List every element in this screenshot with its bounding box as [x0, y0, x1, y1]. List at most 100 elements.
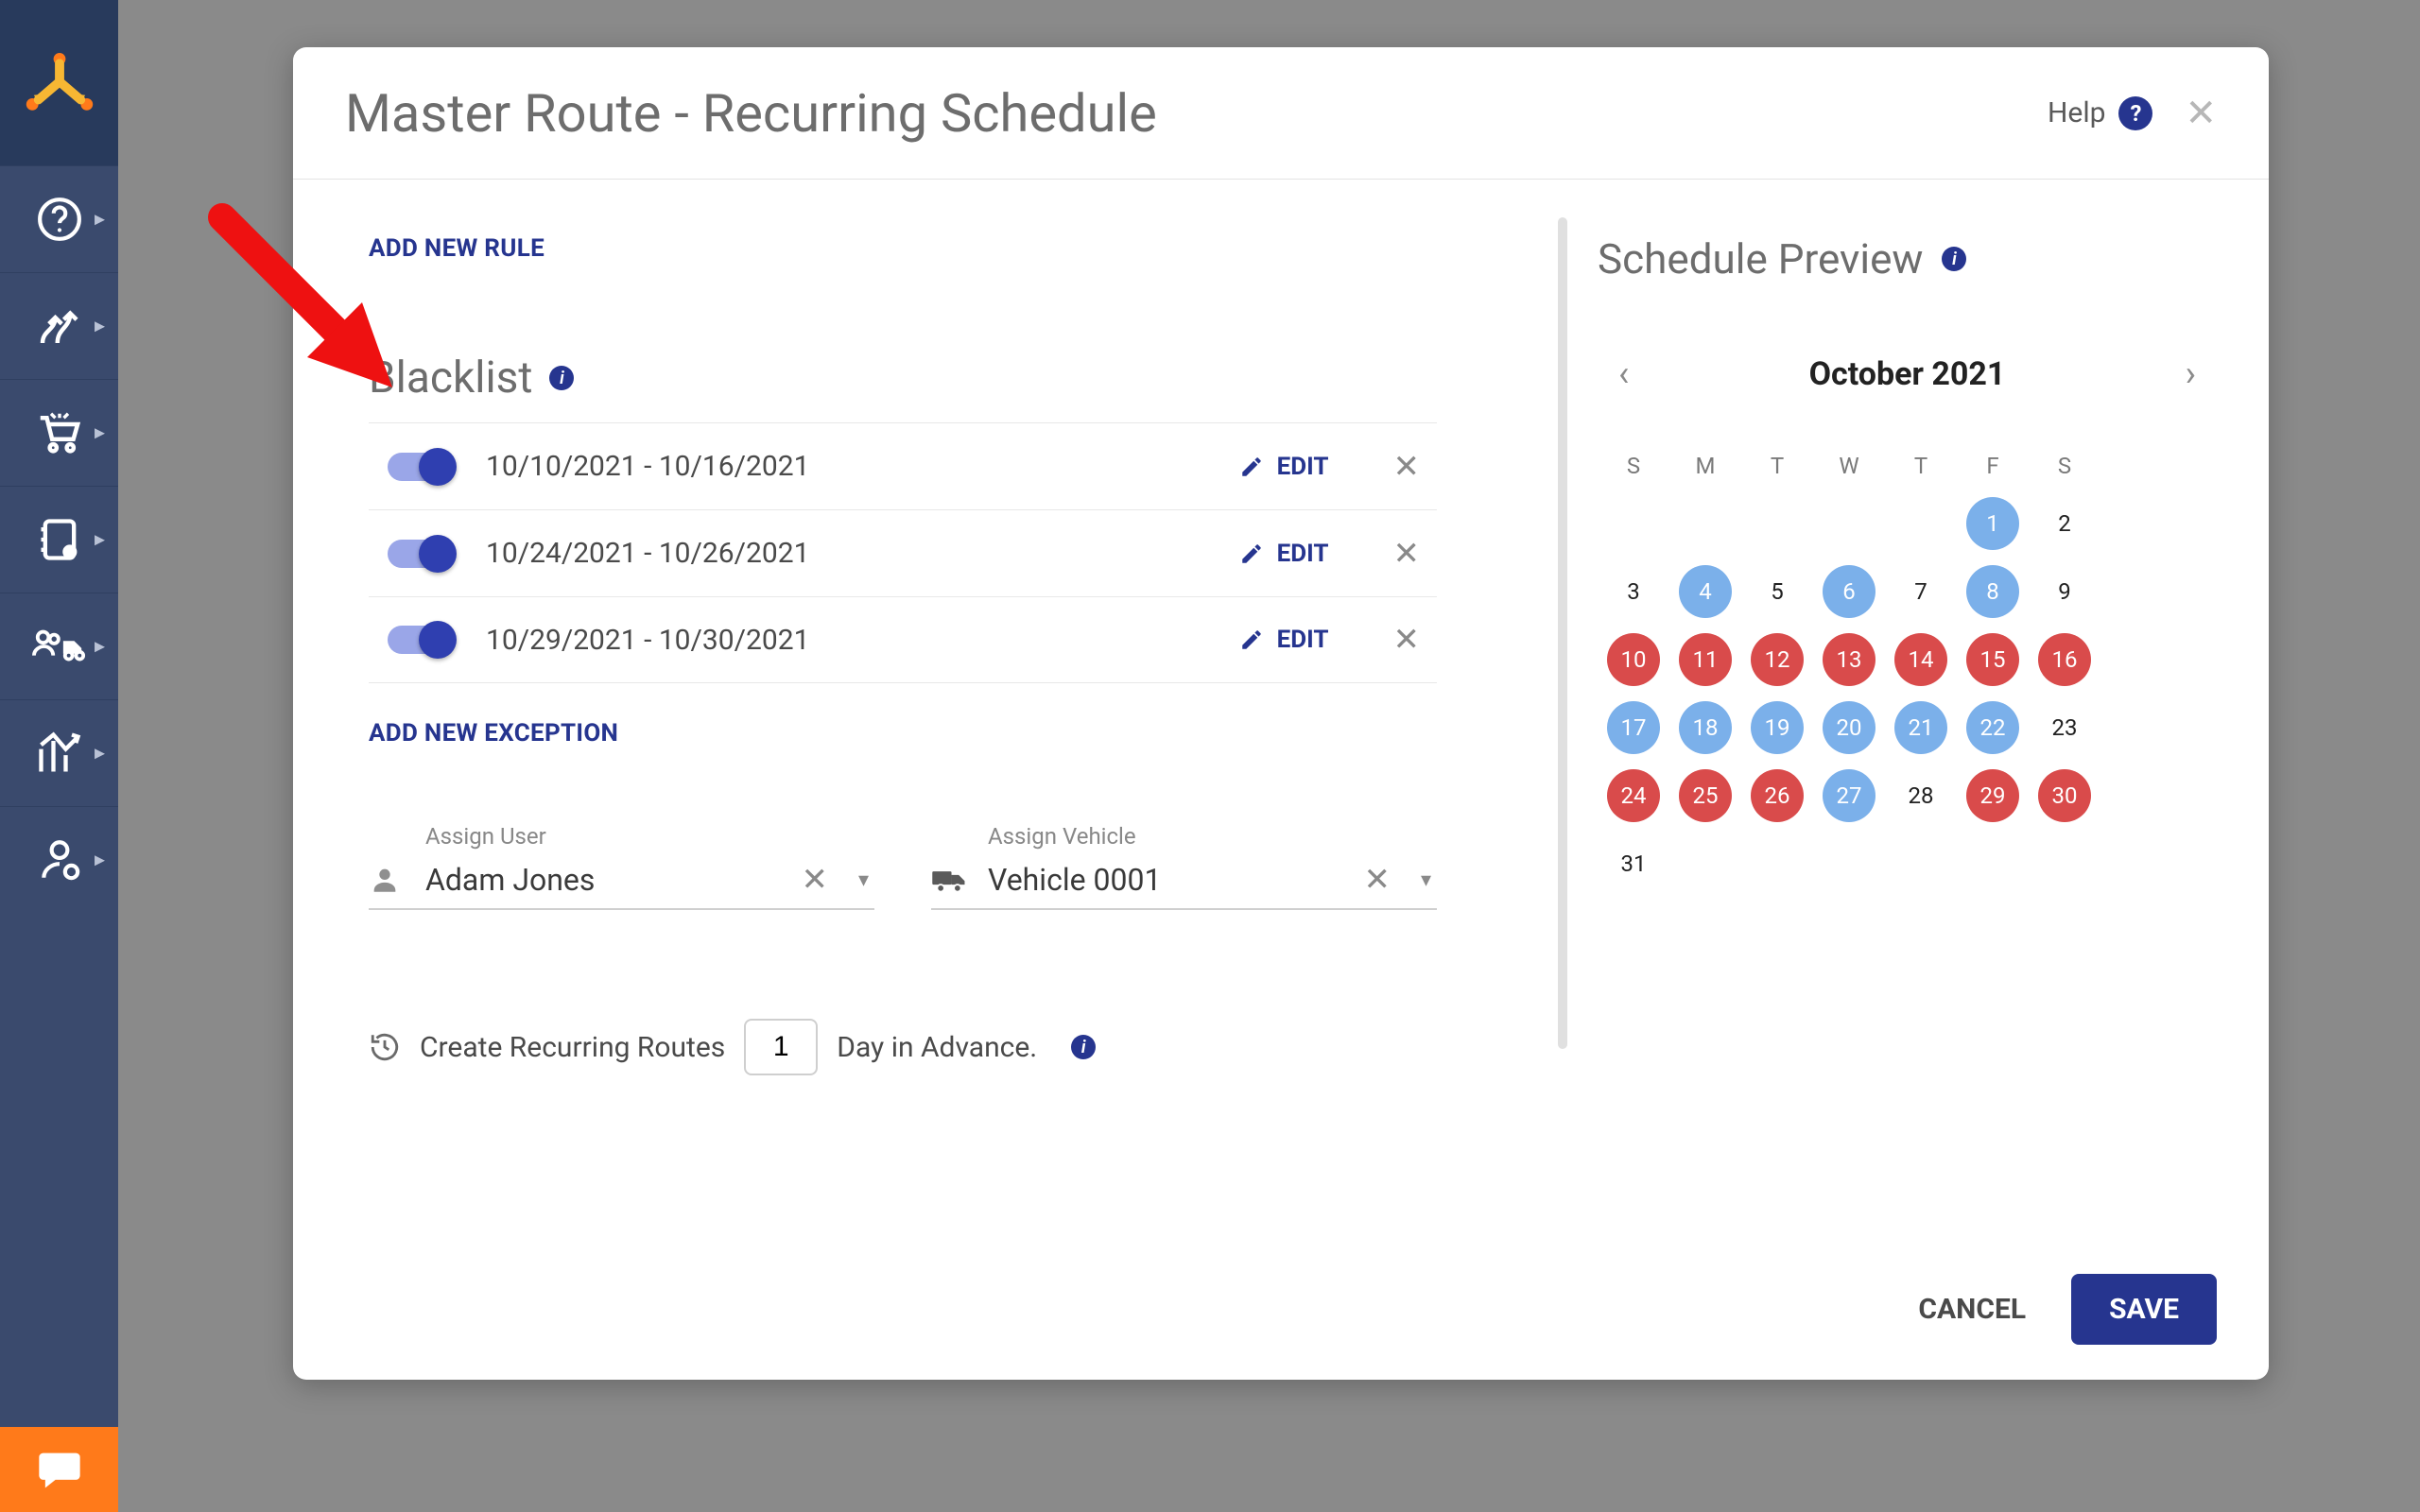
add-new-exception-button[interactable]: ADD NEW EXCEPTION — [369, 719, 1437, 747]
calendar-cell: 23 — [2029, 694, 2100, 762]
calendar-day[interactable]: 8 — [1966, 565, 2019, 618]
calendar-dow: S — [2029, 442, 2100, 490]
close-button[interactable]: ✕ — [2185, 94, 2217, 132]
clear-vehicle-button[interactable]: ✕ — [1356, 861, 1398, 899]
calendar-cell: 4 — [1669, 558, 1741, 626]
blacklist-toggle[interactable] — [388, 540, 454, 568]
calendar-day[interactable]: 23 — [2038, 701, 2091, 754]
assign-user-value: Adam Jones — [425, 862, 776, 898]
chevron-down-icon[interactable]: ▾ — [853, 868, 874, 892]
nav-orders[interactable]: ▸ — [0, 379, 118, 486]
calendar-day[interactable]: 24 — [1607, 769, 1660, 822]
blacklist-row: 10/29/2021 - 10/30/2021 EDIT ✕ — [369, 596, 1437, 683]
blacklist-range: 10/29/2021 - 10/30/2021 — [486, 624, 1207, 657]
calendar-day[interactable]: 22 — [1966, 701, 2019, 754]
calendar-day[interactable]: 4 — [1679, 565, 1732, 618]
clear-user-button[interactable]: ✕ — [793, 861, 836, 899]
calendar-day[interactable]: 2 — [2038, 497, 2091, 550]
chevron-right-icon: ▸ — [95, 742, 105, 765]
calendar-day[interactable]: 12 — [1751, 633, 1804, 686]
calendar-day[interactable]: 29 — [1966, 769, 2019, 822]
save-button[interactable]: SAVE — [2071, 1274, 2217, 1345]
calendar-cell: 15 — [1957, 626, 2029, 694]
remove-blacklist-button[interactable]: ✕ — [1361, 535, 1438, 573]
calendar-day[interactable]: 20 — [1823, 701, 1876, 754]
blacklist-row: 10/24/2021 - 10/26/2021EDIT✕ — [369, 509, 1437, 596]
calendar-day[interactable]: 26 — [1751, 769, 1804, 822]
modal-title: Master Route - Recurring Schedule — [345, 82, 1157, 145]
blacklist-toggle[interactable] — [388, 453, 454, 481]
calendar-day[interactable]: 11 — [1679, 633, 1732, 686]
stage: Master Route - Recurring Schedule Help ?… — [118, 0, 2420, 1512]
blacklist-toggle[interactable] — [388, 626, 454, 654]
calendar-day[interactable]: 6 — [1823, 565, 1876, 618]
calendar-day[interactable]: 3 — [1607, 565, 1660, 618]
calendar-day[interactable]: 10 — [1607, 633, 1660, 686]
calendar-cell: 27 — [1813, 762, 1885, 830]
calendar-cell: 25 — [1669, 762, 1741, 830]
calendar-dow: W — [1813, 442, 1885, 490]
remove-blacklist-button[interactable]: ✕ — [1361, 621, 1438, 659]
calendar-day[interactable]: 18 — [1679, 701, 1732, 754]
nav-team[interactable]: ▸ — [0, 593, 118, 699]
calendar-cell: 8 — [1957, 558, 2029, 626]
calendar-day[interactable]: 7 — [1894, 565, 1947, 618]
pencil-icon — [1239, 541, 1264, 566]
addressbook-icon — [35, 515, 84, 564]
calendar-cell: 31 — [1598, 830, 1669, 898]
nav-addressbook[interactable]: ▸ — [0, 486, 118, 593]
calendar-day[interactable]: 21 — [1894, 701, 1947, 754]
calendar-day[interactable]: 25 — [1679, 769, 1732, 822]
pencil-icon — [1239, 455, 1264, 479]
truck-icon — [931, 866, 971, 894]
edit-blacklist-button[interactable]: EDIT — [1239, 626, 1329, 654]
chat-button[interactable] — [0, 1427, 118, 1512]
calendar-cell: 19 — [1741, 694, 1813, 762]
chevron-down-icon[interactable]: ▾ — [1415, 868, 1437, 892]
calendar-day[interactable]: 19 — [1751, 701, 1804, 754]
edit-blacklist-button[interactable]: EDIT — [1239, 540, 1329, 568]
calendar-cell: 11 — [1669, 626, 1741, 694]
calendar-next-button[interactable]: › — [2176, 350, 2205, 399]
chevron-right-icon: ▸ — [95, 315, 105, 338]
calendar-cell: 5 — [1741, 558, 1813, 626]
calendar-cell: 16 — [2029, 626, 2100, 694]
calendar-day[interactable]: 30 — [2038, 769, 2091, 822]
calendar-cell: 17 — [1598, 694, 1669, 762]
calendar-day[interactable]: 5 — [1751, 565, 1804, 618]
pane-divider — [1558, 217, 1567, 1049]
nav-account[interactable]: ▸ — [0, 806, 118, 913]
remove-blacklist-button[interactable]: ✕ — [1361, 448, 1438, 486]
calendar-day[interactable]: 17 — [1607, 701, 1660, 754]
calendar-day[interactable]: 16 — [2038, 633, 2091, 686]
calendar-cell: 14 — [1885, 626, 1957, 694]
calendar-cell: 18 — [1669, 694, 1741, 762]
advance-days-input[interactable] — [744, 1019, 818, 1075]
calendar-day[interactable]: 14 — [1894, 633, 1947, 686]
calendar-cell: 2 — [2029, 490, 2100, 558]
calendar-day[interactable]: 27 — [1823, 769, 1876, 822]
calendar-prev-button[interactable]: ‹ — [1609, 350, 1638, 399]
calendar-day[interactable]: 13 — [1823, 633, 1876, 686]
nav-routes[interactable]: ▸ — [0, 272, 118, 379]
nav-analytics[interactable]: ▸ — [0, 699, 118, 806]
help-link[interactable]: Help ? — [2048, 96, 2152, 130]
assign-user-select[interactable]: Adam Jones ✕ ▾ — [369, 855, 874, 910]
add-new-rule-button[interactable]: ADD NEW RULE — [369, 234, 1437, 263]
advance-info-icon[interactable]: i — [1071, 1035, 1096, 1059]
blacklist-info-icon[interactable]: i — [549, 366, 574, 390]
calendar-day[interactable]: 9 — [2038, 565, 2091, 618]
calendar-month-label: October 2021 — [1809, 355, 2006, 393]
calendar-day[interactable]: 1 — [1966, 497, 2019, 550]
calendar-cell — [1741, 490, 1813, 558]
modal-footer: CANCEL SAVE — [293, 1238, 2269, 1380]
nav-help[interactable]: ▸ — [0, 165, 118, 272]
calendar-day[interactable]: 28 — [1894, 769, 1947, 822]
recurring-schedule-modal: Master Route - Recurring Schedule Help ?… — [293, 47, 2269, 1380]
preview-info-icon[interactable]: i — [1942, 247, 1966, 271]
calendar-day[interactable]: 31 — [1607, 837, 1660, 890]
cancel-button[interactable]: CANCEL — [1918, 1293, 2026, 1326]
edit-blacklist-button[interactable]: EDIT — [1239, 453, 1329, 481]
assign-vehicle-select[interactable]: Vehicle 0001 ✕ ▾ — [931, 855, 1437, 910]
calendar-day[interactable]: 15 — [1966, 633, 2019, 686]
